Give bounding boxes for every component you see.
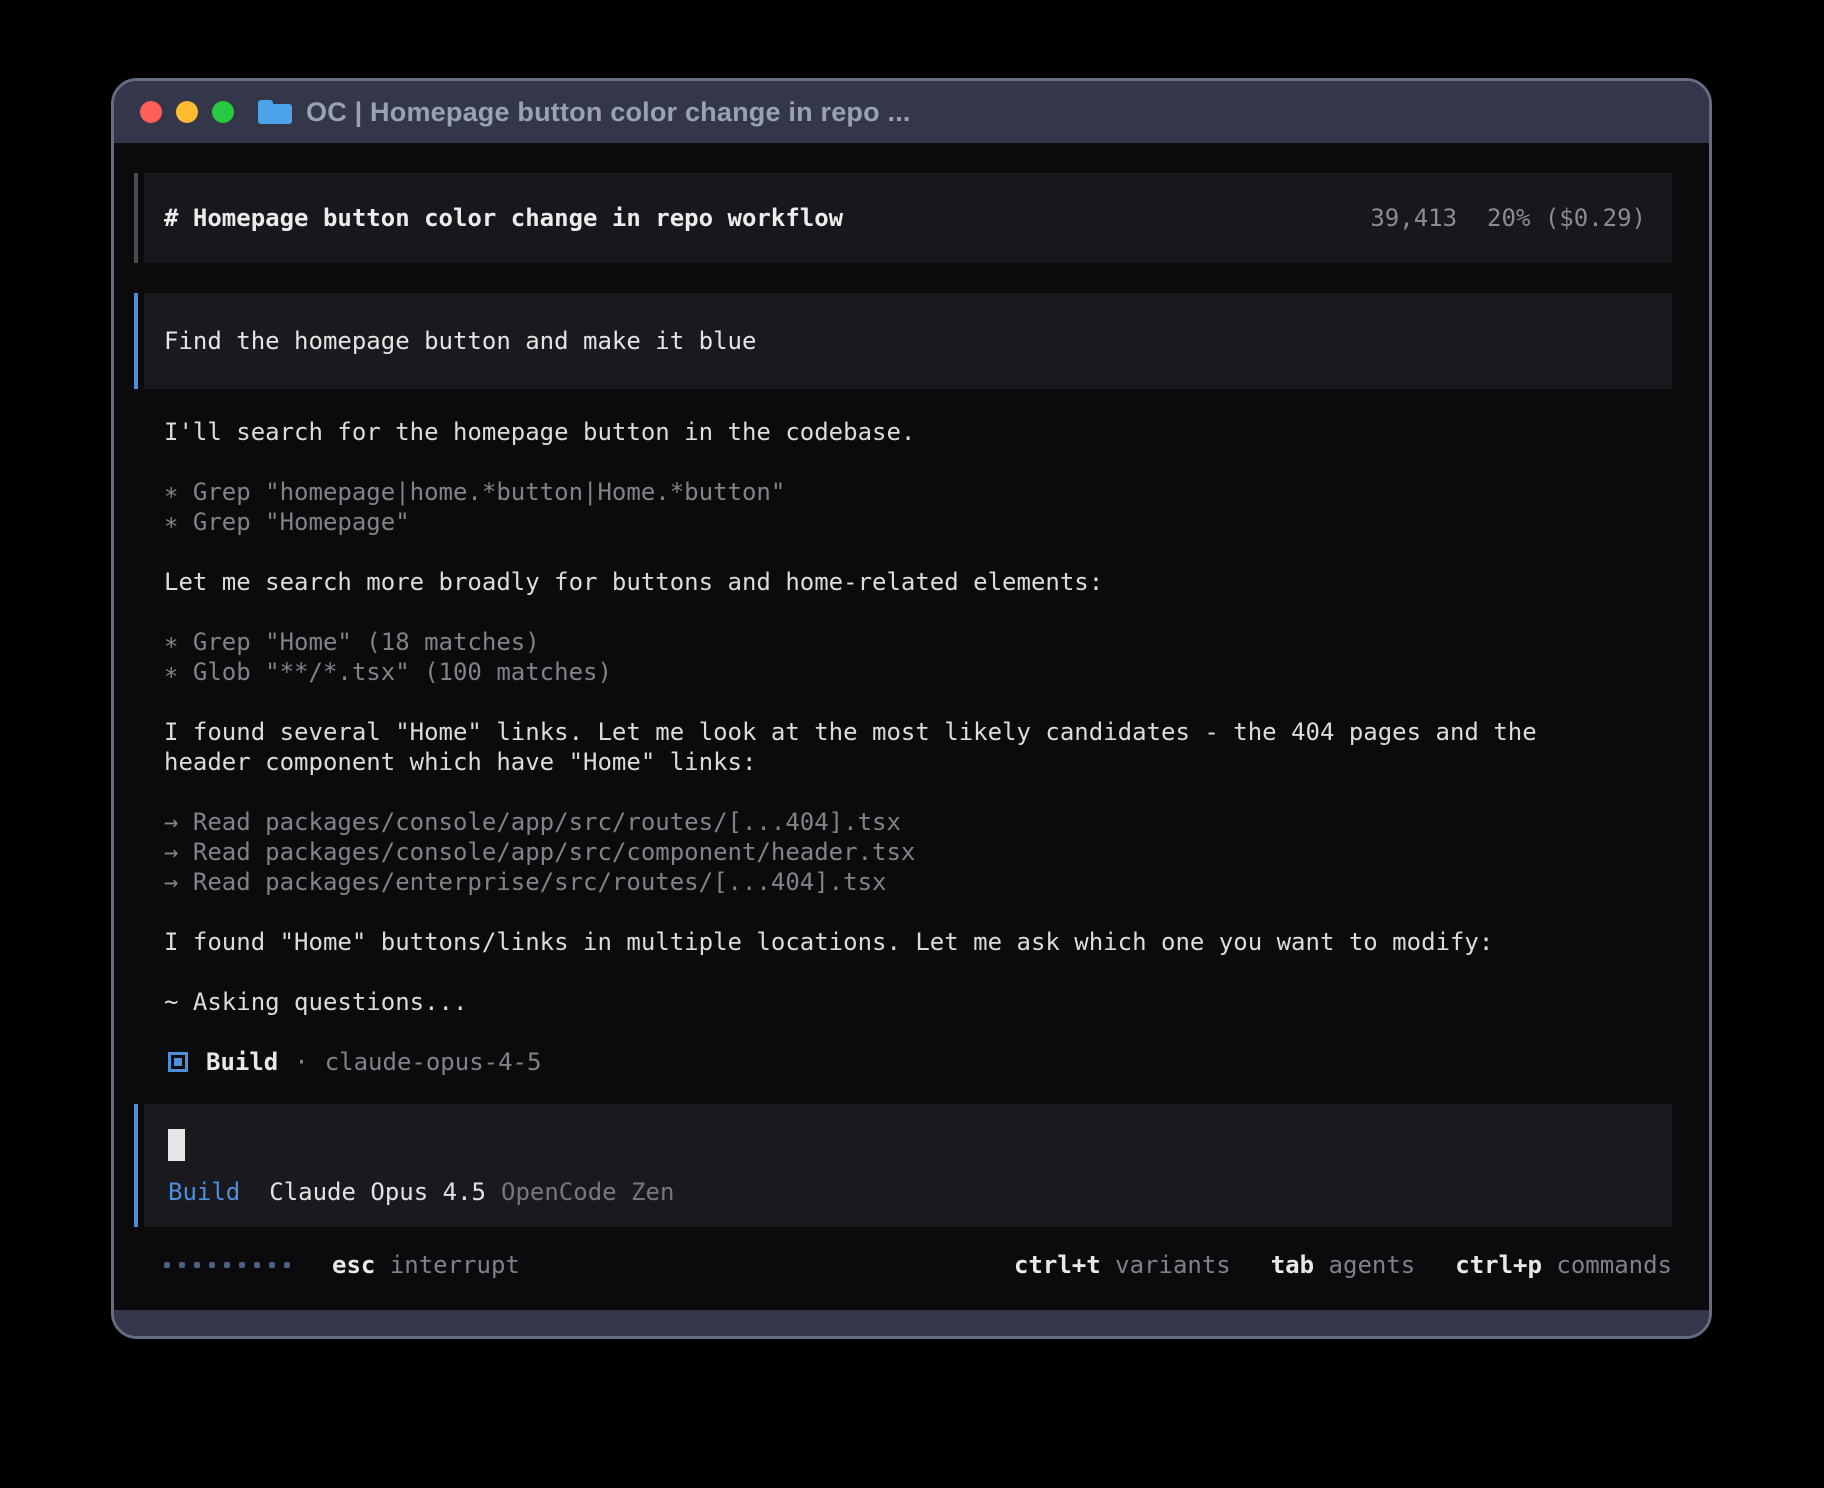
- hint-commands: ctrl+p commands: [1455, 1251, 1672, 1279]
- window-title: OC | Homepage button color change in rep…: [306, 97, 911, 128]
- terminal-content: # Homepage button color change in repo w…: [114, 143, 1709, 1310]
- activity-dots: [164, 1262, 290, 1268]
- hint-interrupt-label: interrupt: [390, 1251, 520, 1279]
- assistant-status: ~ Asking questions...: [164, 987, 1594, 1017]
- context-cost: 20% ($0.29): [1487, 204, 1646, 232]
- hint-commands-key: ctrl+p: [1455, 1251, 1542, 1279]
- tool-call-grep: ∗ Grep "Homepage": [164, 507, 1594, 537]
- user-message-text: Find the homepage button and make it blu…: [164, 327, 756, 355]
- assistant-text: I'll search for the homepage button in t…: [164, 417, 1594, 447]
- hint-agents-key: tab: [1271, 1251, 1314, 1279]
- tool-call-read: → Read packages/enterprise/src/routes/[.…: [164, 867, 1594, 897]
- agent-model: claude-opus-4-5: [325, 1048, 542, 1076]
- session-title: # Homepage button color change in repo w…: [164, 204, 843, 232]
- session-header-border: [134, 173, 138, 263]
- hint-interrupt: esc interrupt: [332, 1251, 520, 1279]
- assistant-text: I found several "Home" links. Let me loo…: [164, 717, 1594, 777]
- build-agent-icon: [168, 1052, 188, 1072]
- hint-variants-key: ctrl+t: [1014, 1251, 1101, 1279]
- agent-status-line: Build · claude-opus-4-5: [168, 1047, 1672, 1077]
- user-message: Find the homepage button and make it blu…: [134, 293, 1672, 389]
- tool-call-glob: ∗ Glob "**/*.tsx" (100 matches): [164, 657, 1594, 687]
- hint-commands-label: commands: [1556, 1251, 1672, 1279]
- agent-name: Build: [206, 1048, 278, 1076]
- assistant-text: I found "Home" buttons/links in multiple…: [164, 927, 1594, 957]
- session-header: # Homepage button color change in repo w…: [134, 173, 1672, 263]
- tool-call-grep: ∗ Grep "homepage|home.*button|Home.*butt…: [164, 477, 1594, 507]
- zoom-button[interactable]: [212, 101, 234, 123]
- hint-agents-label: agents: [1329, 1251, 1416, 1279]
- mode-label: Build: [168, 1178, 240, 1206]
- window-bottombar: [114, 1310, 1709, 1336]
- close-button[interactable]: [140, 101, 162, 123]
- session-stats: 39,413 20% ($0.29): [1370, 204, 1646, 232]
- tool-call-read: → Read packages/console/app/src/componen…: [164, 837, 1594, 867]
- folder-icon: [258, 100, 292, 124]
- hint-agents: tab agents: [1271, 1251, 1416, 1279]
- window-titlebar: OC | Homepage button color change in rep…: [114, 81, 1709, 143]
- prompt-input[interactable]: Build Claude Opus 4.5 OpenCode Zen: [134, 1104, 1672, 1227]
- provider-name: OpenCode Zen: [501, 1178, 674, 1206]
- text-cursor[interactable]: [168, 1129, 185, 1161]
- user-message-border: [134, 293, 138, 389]
- traffic-lights: [140, 101, 234, 123]
- model-selector: Build Claude Opus 4.5 OpenCode Zen: [168, 1178, 1650, 1206]
- model-name: Claude Opus 4.5: [269, 1178, 486, 1206]
- assistant-text: Let me search more broadly for buttons a…: [164, 567, 1594, 597]
- hint-variants-label: variants: [1115, 1251, 1231, 1279]
- tool-call-read: → Read packages/console/app/src/routes/[…: [164, 807, 1594, 837]
- minimize-button[interactable]: [176, 101, 198, 123]
- agent-separator: ·: [294, 1048, 308, 1076]
- statusbar: esc interrupt ctrl+t variants tab agents…: [134, 1250, 1672, 1280]
- assistant-output: I'll search for the homepage button in t…: [164, 417, 1672, 1017]
- terminal-window: OC | Homepage button color change in rep…: [111, 78, 1712, 1339]
- hint-variants: ctrl+t variants: [1014, 1251, 1231, 1279]
- hint-interrupt-key: esc: [332, 1251, 375, 1279]
- prompt-input-border: [134, 1104, 138, 1227]
- tool-call-grep: ∗ Grep "Home" (18 matches): [164, 627, 1594, 657]
- token-count: 39,413: [1370, 204, 1457, 232]
